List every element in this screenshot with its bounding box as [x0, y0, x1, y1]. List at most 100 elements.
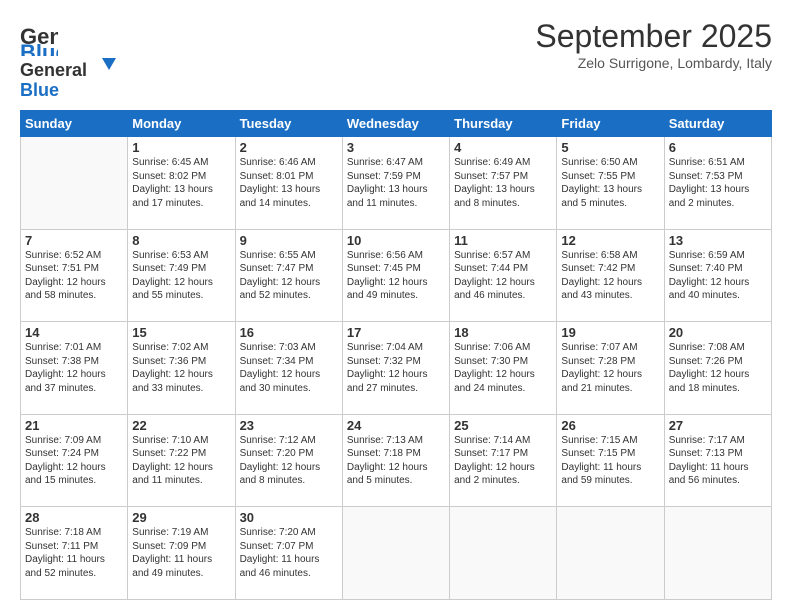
day-info: Sunrise: 7:18 AM Sunset: 7:11 PM Dayligh… — [25, 526, 123, 580]
day-number: 22 — [132, 418, 230, 433]
day-number: 15 — [132, 325, 230, 340]
day-cell: 16Sunrise: 7:03 AM Sunset: 7:34 PM Dayli… — [235, 322, 342, 415]
day-number: 18 — [454, 325, 552, 340]
day-info: Sunrise: 6:49 AM Sunset: 7:57 PM Dayligh… — [454, 156, 552, 210]
svg-text:Blue: Blue — [20, 80, 59, 100]
title-block: September 2025 Zelo Surrigone, Lombardy,… — [535, 18, 772, 71]
day-cell: 13Sunrise: 6:59 AM Sunset: 7:40 PM Dayli… — [664, 229, 771, 322]
day-number: 30 — [240, 510, 338, 525]
page: General Blue General Blue September 2025… — [0, 0, 792, 612]
day-cell: 30Sunrise: 7:20 AM Sunset: 7:07 PM Dayli… — [235, 507, 342, 600]
day-number: 19 — [561, 325, 659, 340]
day-number: 21 — [25, 418, 123, 433]
day-cell: 9Sunrise: 6:55 AM Sunset: 7:47 PM Daylig… — [235, 229, 342, 322]
day-cell: 25Sunrise: 7:14 AM Sunset: 7:17 PM Dayli… — [450, 414, 557, 507]
day-info: Sunrise: 6:57 AM Sunset: 7:44 PM Dayligh… — [454, 249, 552, 303]
day-cell: 28Sunrise: 7:18 AM Sunset: 7:11 PM Dayli… — [21, 507, 128, 600]
day-info: Sunrise: 7:07 AM Sunset: 7:28 PM Dayligh… — [561, 341, 659, 395]
day-cell — [342, 507, 449, 600]
day-info: Sunrise: 6:50 AM Sunset: 7:55 PM Dayligh… — [561, 156, 659, 210]
day-info: Sunrise: 7:02 AM Sunset: 7:36 PM Dayligh… — [132, 341, 230, 395]
day-cell: 17Sunrise: 7:04 AM Sunset: 7:32 PM Dayli… — [342, 322, 449, 415]
day-info: Sunrise: 6:56 AM Sunset: 7:45 PM Dayligh… — [347, 249, 445, 303]
day-cell: 2Sunrise: 6:46 AM Sunset: 8:01 PM Daylig… — [235, 137, 342, 230]
day-info: Sunrise: 7:06 AM Sunset: 7:30 PM Dayligh… — [454, 341, 552, 395]
day-info: Sunrise: 6:47 AM Sunset: 7:59 PM Dayligh… — [347, 156, 445, 210]
svg-text:Blue: Blue — [20, 40, 58, 56]
day-number: 13 — [669, 233, 767, 248]
day-number: 24 — [347, 418, 445, 433]
day-info: Sunrise: 7:01 AM Sunset: 7:38 PM Dayligh… — [25, 341, 123, 395]
day-cell: 3Sunrise: 6:47 AM Sunset: 7:59 PM Daylig… — [342, 137, 449, 230]
day-cell: 26Sunrise: 7:15 AM Sunset: 7:15 PM Dayli… — [557, 414, 664, 507]
day-info: Sunrise: 7:12 AM Sunset: 7:20 PM Dayligh… — [240, 434, 338, 488]
day-cell: 10Sunrise: 6:56 AM Sunset: 7:45 PM Dayli… — [342, 229, 449, 322]
day-info: Sunrise: 7:08 AM Sunset: 7:26 PM Dayligh… — [669, 341, 767, 395]
day-cell: 4Sunrise: 6:49 AM Sunset: 7:57 PM Daylig… — [450, 137, 557, 230]
day-cell: 22Sunrise: 7:10 AM Sunset: 7:22 PM Dayli… — [128, 414, 235, 507]
weekday-header-friday: Friday — [557, 111, 664, 137]
weekday-header-thursday: Thursday — [450, 111, 557, 137]
day-info: Sunrise: 7:04 AM Sunset: 7:32 PM Dayligh… — [347, 341, 445, 395]
weekday-header-monday: Monday — [128, 111, 235, 137]
day-info: Sunrise: 7:17 AM Sunset: 7:13 PM Dayligh… — [669, 434, 767, 488]
day-info: Sunrise: 7:09 AM Sunset: 7:24 PM Dayligh… — [25, 434, 123, 488]
day-number: 26 — [561, 418, 659, 433]
day-cell: 5Sunrise: 6:50 AM Sunset: 7:55 PM Daylig… — [557, 137, 664, 230]
day-cell — [557, 507, 664, 600]
day-cell: 19Sunrise: 7:07 AM Sunset: 7:28 PM Dayli… — [557, 322, 664, 415]
week-row-2: 7Sunrise: 6:52 AM Sunset: 7:51 PM Daylig… — [21, 229, 772, 322]
day-cell: 18Sunrise: 7:06 AM Sunset: 7:30 PM Dayli… — [450, 322, 557, 415]
day-cell: 23Sunrise: 7:12 AM Sunset: 7:20 PM Dayli… — [235, 414, 342, 507]
day-cell: 20Sunrise: 7:08 AM Sunset: 7:26 PM Dayli… — [664, 322, 771, 415]
weekday-header-row: SundayMondayTuesdayWednesdayThursdayFrid… — [21, 111, 772, 137]
day-number: 2 — [240, 140, 338, 155]
day-info: Sunrise: 6:51 AM Sunset: 7:53 PM Dayligh… — [669, 156, 767, 210]
weekday-header-tuesday: Tuesday — [235, 111, 342, 137]
day-number: 7 — [25, 233, 123, 248]
day-info: Sunrise: 6:52 AM Sunset: 7:51 PM Dayligh… — [25, 249, 123, 303]
svg-text:General: General — [20, 60, 87, 80]
day-info: Sunrise: 7:19 AM Sunset: 7:09 PM Dayligh… — [132, 526, 230, 580]
day-info: Sunrise: 6:45 AM Sunset: 8:02 PM Dayligh… — [132, 156, 230, 210]
day-info: Sunrise: 7:14 AM Sunset: 7:17 PM Dayligh… — [454, 434, 552, 488]
day-number: 5 — [561, 140, 659, 155]
day-number: 17 — [347, 325, 445, 340]
weekday-header-wednesday: Wednesday — [342, 111, 449, 137]
calendar-table: SundayMondayTuesdayWednesdayThursdayFrid… — [20, 110, 772, 600]
day-number: 20 — [669, 325, 767, 340]
day-number: 9 — [240, 233, 338, 248]
day-number: 6 — [669, 140, 767, 155]
day-cell: 8Sunrise: 6:53 AM Sunset: 7:49 PM Daylig… — [128, 229, 235, 322]
day-info: Sunrise: 6:58 AM Sunset: 7:42 PM Dayligh… — [561, 249, 659, 303]
day-number: 11 — [454, 233, 552, 248]
day-cell: 21Sunrise: 7:09 AM Sunset: 7:24 PM Dayli… — [21, 414, 128, 507]
day-number: 8 — [132, 233, 230, 248]
logo-full: General Blue — [20, 56, 120, 100]
day-cell — [664, 507, 771, 600]
location: Zelo Surrigone, Lombardy, Italy — [535, 55, 772, 71]
day-info: Sunrise: 7:20 AM Sunset: 7:07 PM Dayligh… — [240, 526, 338, 580]
day-number: 28 — [25, 510, 123, 525]
day-number: 27 — [669, 418, 767, 433]
day-number: 23 — [240, 418, 338, 433]
day-cell: 24Sunrise: 7:13 AM Sunset: 7:18 PM Dayli… — [342, 414, 449, 507]
header: General Blue General Blue September 2025… — [20, 18, 772, 100]
day-number: 3 — [347, 140, 445, 155]
week-row-5: 28Sunrise: 7:18 AM Sunset: 7:11 PM Dayli… — [21, 507, 772, 600]
day-cell: 27Sunrise: 7:17 AM Sunset: 7:13 PM Dayli… — [664, 414, 771, 507]
day-number: 29 — [132, 510, 230, 525]
day-cell: 12Sunrise: 6:58 AM Sunset: 7:42 PM Dayli… — [557, 229, 664, 322]
day-info: Sunrise: 7:03 AM Sunset: 7:34 PM Dayligh… — [240, 341, 338, 395]
day-info: Sunrise: 6:46 AM Sunset: 8:01 PM Dayligh… — [240, 156, 338, 210]
day-info: Sunrise: 7:15 AM Sunset: 7:15 PM Dayligh… — [561, 434, 659, 488]
day-number: 4 — [454, 140, 552, 155]
week-row-3: 14Sunrise: 7:01 AM Sunset: 7:38 PM Dayli… — [21, 322, 772, 415]
day-cell: 14Sunrise: 7:01 AM Sunset: 7:38 PM Dayli… — [21, 322, 128, 415]
day-cell: 7Sunrise: 6:52 AM Sunset: 7:51 PM Daylig… — [21, 229, 128, 322]
day-number: 10 — [347, 233, 445, 248]
week-row-1: 1Sunrise: 6:45 AM Sunset: 8:02 PM Daylig… — [21, 137, 772, 230]
logo-icon: General Blue — [20, 18, 58, 56]
day-cell: 15Sunrise: 7:02 AM Sunset: 7:36 PM Dayli… — [128, 322, 235, 415]
day-number: 14 — [25, 325, 123, 340]
